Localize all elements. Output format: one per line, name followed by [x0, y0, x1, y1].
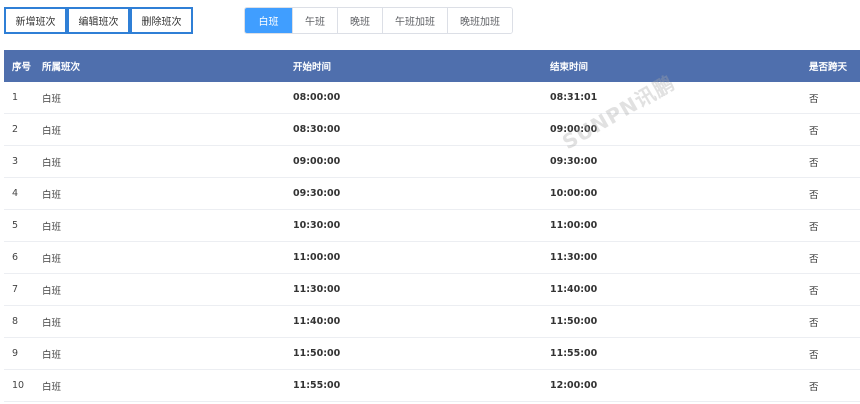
cell-end-time: 09:30:00 [550, 156, 598, 167]
cell-index: 7 [12, 284, 19, 295]
cell-shift: 白班 [42, 189, 62, 201]
cell-start-time: 08:00:00 [293, 92, 341, 103]
table-header: 序号 所属班次 开始时间 结束时间 是否跨天 [4, 50, 860, 82]
cell-shift: 白班 [42, 125, 62, 137]
tab-day-shift[interactable]: 白班 [245, 8, 292, 33]
cell-index: 5 [12, 220, 19, 231]
shift-action-group: 新增班次 编辑班次 删除班次 [4, 7, 193, 34]
tab-night-shift[interactable]: 晚班 [337, 8, 382, 33]
cell-end-time: 10:00:00 [550, 188, 598, 199]
tab-night-overtime[interactable]: 晚班加班 [447, 8, 512, 33]
cell-index: 2 [12, 124, 19, 135]
cell-cross-day: 否 [809, 285, 819, 297]
table-row[interactable]: 7 白班 11:30:00 11:40:00 否 [4, 274, 860, 306]
cell-index: 10 [12, 380, 25, 391]
cell-start-time: 11:40:00 [293, 316, 341, 327]
cell-cross-day: 否 [809, 125, 819, 137]
table-row[interactable]: 6 白班 11:00:00 11:30:00 否 [4, 242, 860, 274]
cell-index: 6 [12, 252, 19, 263]
header-shift: 所属班次 [42, 62, 81, 73]
cell-shift: 白班 [42, 317, 62, 329]
cell-start-time: 08:30:00 [293, 124, 341, 135]
tab-noon-shift[interactable]: 午班 [292, 8, 337, 33]
cell-cross-day: 否 [809, 189, 819, 201]
table-row[interactable]: 10 白班 11:55:00 12:00:00 否 [4, 370, 860, 402]
cell-end-time: 11:50:00 [550, 316, 598, 327]
cell-index: 3 [12, 156, 19, 167]
cell-start-time: 11:55:00 [293, 380, 341, 391]
cell-shift: 白班 [42, 157, 62, 169]
cell-shift: 白班 [42, 253, 62, 265]
cell-cross-day: 否 [809, 157, 819, 169]
delete-shift-button[interactable]: 删除班次 [130, 7, 193, 34]
cell-cross-day: 否 [809, 349, 819, 361]
cell-shift: 白班 [42, 93, 62, 105]
table-row[interactable]: 8 白班 11:40:00 11:50:00 否 [4, 306, 860, 338]
cell-index: 9 [12, 348, 19, 359]
table-row[interactable]: 5 白班 10:30:00 11:00:00 否 [4, 210, 860, 242]
header-cross-day: 是否跨天 [809, 62, 848, 73]
cell-shift: 白班 [42, 221, 62, 233]
cell-start-time: 09:00:00 [293, 156, 341, 167]
cell-start-time: 11:50:00 [293, 348, 341, 359]
table-row[interactable]: 1 白班 08:00:00 08:31:01 否 [4, 82, 860, 114]
table-row[interactable]: 4 白班 09:30:00 10:00:00 否 [4, 178, 860, 210]
shift-tabs: 白班 午班 晚班 午班加班 晚班加班 [244, 7, 513, 34]
cell-shift: 白班 [42, 285, 62, 297]
cell-index: 4 [12, 188, 19, 199]
tab-noon-overtime[interactable]: 午班加班 [382, 8, 447, 33]
cell-end-time: 08:31:01 [550, 92, 598, 103]
cell-cross-day: 否 [809, 317, 819, 329]
cell-index: 1 [12, 92, 19, 103]
cell-cross-day: 否 [809, 93, 819, 105]
header-end-time: 结束时间 [550, 62, 589, 73]
cell-index: 8 [12, 316, 19, 327]
cell-start-time: 09:30:00 [293, 188, 341, 199]
cell-cross-day: 否 [809, 221, 819, 233]
cell-end-time: 11:00:00 [550, 220, 598, 231]
cell-start-time: 11:30:00 [293, 284, 341, 295]
cell-start-time: 11:00:00 [293, 252, 341, 263]
shift-table: 序号 所属班次 开始时间 结束时间 是否跨天 1 白班 08:00:00 08:… [4, 50, 860, 402]
cell-start-time: 10:30:00 [293, 220, 341, 231]
cell-end-time: 09:00:00 [550, 124, 598, 135]
cell-end-time: 11:40:00 [550, 284, 598, 295]
header-index: 序号 [12, 62, 32, 73]
cell-end-time: 12:00:00 [550, 380, 598, 391]
table-row[interactable]: 9 白班 11:50:00 11:55:00 否 [4, 338, 860, 370]
table-row[interactable]: 2 白班 08:30:00 09:00:00 否 [4, 114, 860, 146]
cell-shift: 白班 [42, 349, 62, 361]
add-shift-button[interactable]: 新增班次 [4, 7, 67, 34]
cell-end-time: 11:55:00 [550, 348, 598, 359]
cell-shift: 白班 [42, 381, 62, 393]
cell-cross-day: 否 [809, 253, 819, 265]
header-start-time: 开始时间 [293, 62, 332, 73]
cell-cross-day: 否 [809, 381, 819, 393]
table-row[interactable]: 3 白班 09:00:00 09:30:00 否 [4, 146, 860, 178]
cell-end-time: 11:30:00 [550, 252, 598, 263]
edit-shift-button[interactable]: 编辑班次 [67, 7, 130, 34]
